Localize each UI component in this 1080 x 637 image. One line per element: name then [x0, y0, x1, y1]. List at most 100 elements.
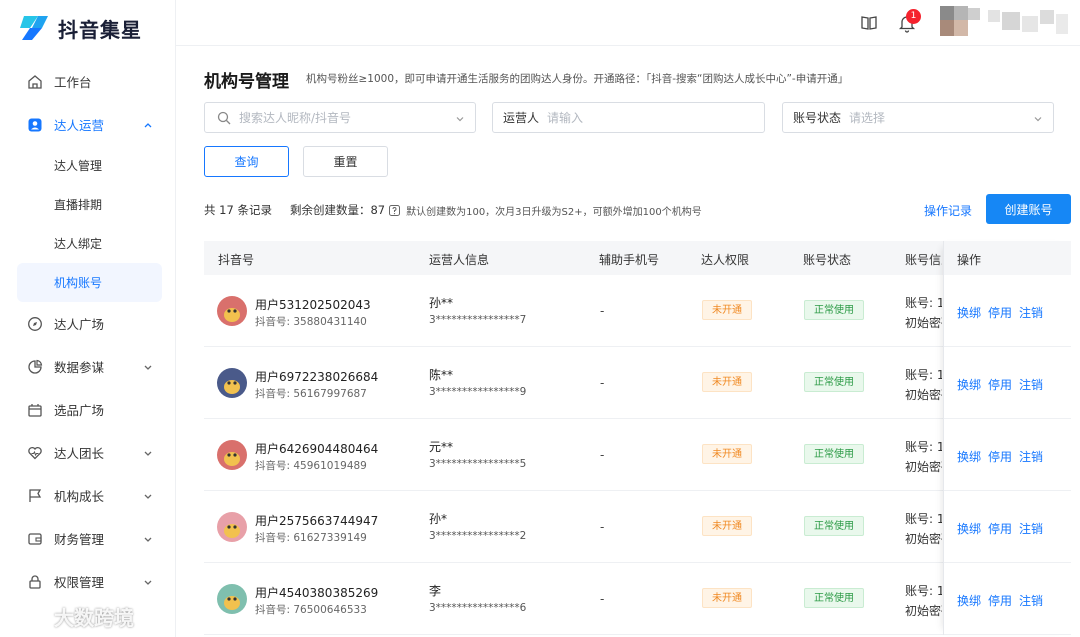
book-icon[interactable]: [860, 14, 878, 32]
sidebar-subitem-label: 直播排期: [54, 198, 103, 212]
operator-phone: 3****************7: [429, 314, 527, 326]
status-select[interactable]: 账号状态 请选择: [782, 102, 1054, 133]
user-avatar[interactable]: [940, 6, 1070, 40]
sidebar-item-org-growth[interactable]: 机构成长: [0, 474, 176, 517]
chevron-down-icon: [142, 490, 154, 502]
app-logo[interactable]: 抖音集星: [18, 10, 142, 46]
permission-badge: 未开通: [702, 300, 752, 320]
status-badge: 正常使用: [804, 372, 864, 392]
initial-password: 初始密码: [905, 604, 942, 618]
sidebar-item-workbench[interactable]: 工作台: [0, 60, 176, 103]
rebind-link[interactable]: 换绑: [957, 306, 981, 320]
chevron-down-icon: [142, 361, 154, 373]
operator-name: 李: [429, 584, 442, 598]
col-account-info: 账号信息: [905, 253, 942, 267]
sidebar-item-label: 工作台: [54, 75, 92, 90]
table-row: 用户531202502043 抖音号: 35880431140 孙** 3******…: [204, 275, 1071, 347]
sidebar-item-finance[interactable]: 财务管理: [0, 517, 176, 560]
quota-note: 默认创建数为100，次月3日升级为S2+，可额外增加100个机构号: [406, 206, 702, 218]
cancel-link[interactable]: 注销: [1019, 450, 1043, 464]
col-operator: 运营人信息: [429, 253, 490, 267]
watermark-text: 大数跨境: [54, 606, 134, 630]
sidebar-item-permissions[interactable]: 权限管理: [0, 560, 176, 603]
assist-phone: -: [600, 448, 605, 462]
operator-phone: 3****************9: [429, 386, 527, 398]
douyin-id: 抖音号: 45961019489: [255, 460, 367, 472]
status-badge: 正常使用: [804, 516, 864, 536]
chevron-down-icon: [455, 113, 465, 123]
sidebar-nav: 工作台 达人运营 达人管理 直播排期 达人绑定 机构账号 达人广场 数据参谋 选…: [0, 60, 176, 603]
reset-button[interactable]: 重置: [303, 146, 388, 177]
account-number: 账号: 1: [905, 512, 942, 526]
cancel-link[interactable]: 注销: [1019, 378, 1043, 392]
rebind-link[interactable]: 换绑: [957, 522, 981, 536]
home-icon: [26, 73, 44, 91]
lock-icon: [26, 573, 44, 591]
disable-link[interactable]: 停用: [988, 522, 1012, 536]
sidebar-subitem-org-accounts[interactable]: 机构账号: [17, 263, 162, 302]
sidebar-item-creator-ops[interactable]: 达人运营: [0, 103, 176, 146]
chevron-up-icon: [142, 119, 154, 131]
status-badge: 正常使用: [804, 588, 864, 608]
disable-link[interactable]: 停用: [988, 594, 1012, 608]
sidebar-item-label: 选品广场: [54, 403, 105, 418]
sidebar-item-label: 财务管理: [54, 532, 105, 547]
accounts-table: 抖音号 运营人信息 辅助手机号 达人权限 账号状态 账号信息 操作 用户5312…: [204, 241, 1071, 635]
col-actions: 操作: [957, 253, 982, 267]
operation-log-link[interactable]: 操作记录: [924, 202, 972, 219]
disable-link[interactable]: 停用: [988, 450, 1012, 464]
account-number: 账号: 1: [905, 296, 942, 310]
permission-badge: 未开通: [702, 372, 752, 392]
watermark: 大数跨境: [6, 602, 134, 631]
user-name[interactable]: 用户6426904480464: [255, 440, 378, 457]
sidebar-subitem-creator-binding[interactable]: 达人绑定: [0, 224, 176, 263]
avatar: [217, 296, 247, 326]
sidebar-item-group-leader[interactable]: 达人团长: [0, 431, 176, 474]
sidebar-subitem-creator-manage[interactable]: 达人管理: [0, 146, 176, 185]
user-name[interactable]: 用户531202502043: [255, 296, 371, 313]
douyin-id: 抖音号: 35880431140: [255, 316, 367, 328]
logo-icon: [18, 12, 50, 44]
operator-name: 孙**: [429, 296, 454, 310]
avatar: [217, 368, 247, 398]
app-name: 抖音集星: [58, 17, 142, 42]
sidebar-item-product-plaza[interactable]: 选品广场: [0, 388, 176, 431]
operator-field[interactable]: 运营人 请输入: [492, 102, 765, 133]
chevron-down-icon: [1033, 113, 1043, 123]
flag-icon: [26, 487, 44, 505]
sidebar-subitem-label: 达人管理: [54, 159, 103, 173]
user-name[interactable]: 用户2575663744947: [255, 512, 378, 529]
sidebar-subitem-live-schedule[interactable]: 直播排期: [0, 185, 176, 224]
assist-phone: -: [600, 304, 605, 318]
operator-phone: 3****************5: [429, 458, 527, 470]
top-bar: 1: [176, 0, 1080, 46]
cancel-link[interactable]: 注销: [1019, 522, 1043, 536]
status-badge: 正常使用: [804, 444, 864, 464]
user-name[interactable]: 用户6972238026684: [255, 368, 378, 385]
sidebar-item-creator-plaza[interactable]: 达人广场: [0, 302, 176, 345]
create-account-button[interactable]: 创建账号: [986, 194, 1071, 224]
cancel-link[interactable]: 注销: [1019, 594, 1043, 608]
rebind-link[interactable]: 换绑: [957, 450, 981, 464]
operator-placeholder: 请输入: [547, 111, 584, 125]
wallet-icon: [26, 530, 44, 548]
rebind-link[interactable]: 换绑: [957, 378, 981, 392]
sidebar-item-label: 达人广场: [54, 317, 105, 332]
query-button[interactable]: 查询: [204, 146, 289, 177]
disable-link[interactable]: 停用: [988, 306, 1012, 320]
search-placeholder: 搜索达人昵称/抖音号: [239, 111, 352, 125]
permission-badge: 未开通: [702, 444, 752, 464]
sidebar: 抖音集星 工作台 达人运营 达人管理 直播排期 达人绑定 机构账号 达人广场 数…: [0, 0, 176, 637]
row-actions: 换绑 停用 注销: [957, 520, 1050, 537]
search-icon: [217, 111, 231, 125]
sidebar-item-data-insight[interactable]: 数据参谋: [0, 345, 176, 388]
user-name[interactable]: 用户4540380385269: [255, 584, 378, 601]
avatar: [217, 440, 247, 470]
disable-link[interactable]: 停用: [988, 378, 1012, 392]
initial-password: 初始密码: [905, 460, 942, 474]
search-input[interactable]: 搜索达人昵称/抖音号: [204, 102, 476, 133]
cancel-link[interactable]: 注销: [1019, 306, 1043, 320]
info-icon[interactable]: [389, 204, 401, 216]
rebind-link[interactable]: 换绑: [957, 594, 981, 608]
table-row: 用户2575663744947 抖音号: 61627339149 孙* 3******…: [204, 491, 1071, 563]
